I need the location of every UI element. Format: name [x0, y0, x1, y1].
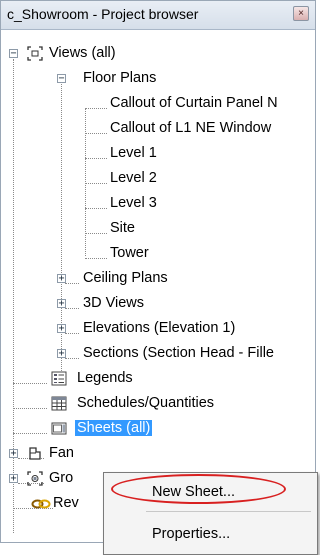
tree-node-elevations[interactable]: + Elevations (Elevation 1) [1, 317, 315, 342]
tree-leaf-view[interactable]: Site [1, 217, 315, 242]
tree-label: Elevations (Elevation 1) [83, 320, 236, 336]
views-icon [27, 46, 43, 61]
tree-node-legends[interactable]: Legends [1, 367, 315, 392]
tree-leaf-view[interactable]: Callout of L1 NE Window [1, 117, 315, 142]
tree-label: Level 2 [110, 170, 157, 186]
close-icon[interactable]: × [293, 6, 309, 21]
groups-icon [27, 471, 43, 486]
tree-label: Site [110, 220, 135, 236]
tree-label: Callout of Curtain Panel N [110, 95, 278, 111]
tree-leaf-view[interactable]: Tower [1, 242, 315, 267]
sheets-icon [51, 421, 67, 436]
tree-label: Callout of L1 NE Window [110, 120, 272, 136]
tree-leaf-view[interactable]: Callout of Curtain Panel N [1, 92, 315, 117]
tree-node-sheets[interactable]: Sheets (all) [1, 417, 315, 442]
tree-label: Tower [110, 245, 149, 261]
revit-links-icon [31, 496, 51, 511]
tree-label: Sections (Section Head - Fille [83, 345, 274, 361]
expand-toggle[interactable]: + [57, 349, 66, 359]
collapse-toggle[interactable]: − [9, 49, 18, 59]
browser-tree: − Views (all) − Floor Plans Callout of C… [1, 30, 315, 542]
tree-leaf-view[interactable]: Level 3 [1, 192, 315, 217]
families-icon [27, 446, 43, 461]
schedules-icon [51, 396, 67, 411]
tree-label: Schedules/Quantities [77, 395, 215, 411]
expand-toggle[interactable]: + [9, 474, 18, 484]
tree-node-families[interactable]: + Fan [1, 442, 315, 467]
expand-toggle[interactable]: + [57, 299, 66, 309]
collapse-toggle[interactable]: − [57, 74, 66, 84]
tree-label: 3D Views [83, 295, 144, 311]
highlight-ellipse [111, 474, 286, 504]
tree-label: Ceiling Plans [83, 270, 168, 286]
window-title: c_Showroom - Project browser [7, 6, 199, 22]
tree-label: Level 1 [110, 145, 157, 161]
tree-node-sections[interactable]: + Sections (Section Head - Fille [1, 342, 315, 367]
expand-toggle[interactable]: + [57, 274, 66, 284]
close-glyph: × [298, 7, 304, 19]
tree-label: Fan [49, 445, 74, 461]
tree-node-floor-plans[interactable]: − Floor Plans [1, 67, 315, 92]
tree-node-views[interactable]: − Views (all) [1, 42, 315, 67]
expand-toggle[interactable]: + [57, 324, 66, 334]
tree-label: Rev [53, 495, 79, 511]
legends-icon [51, 371, 67, 386]
tree-leaf-view[interactable]: Level 1 [1, 142, 315, 167]
expand-toggle[interactable]: + [9, 449, 18, 459]
tree-label: Level 3 [110, 195, 157, 211]
tree-label: Gro [49, 470, 74, 486]
tree-label: Floor Plans [83, 70, 157, 86]
title-bar: c_Showroom - Project browser × [1, 1, 315, 30]
tree-node-3d-views[interactable]: + 3D Views [1, 292, 315, 317]
menu-item-properties[interactable]: Properties... [152, 526, 230, 542]
tree-label-selected: Sheets (all) [75, 420, 153, 436]
tree-label: Legends [77, 370, 133, 386]
menu-separator [146, 511, 311, 512]
tree-leaf-view[interactable]: Level 2 [1, 167, 315, 192]
tree-node-ceiling-plans[interactable]: + Ceiling Plans [1, 267, 315, 292]
tree-node-schedules[interactable]: Schedules/Quantities [1, 392, 315, 417]
tree-label: Views (all) [49, 45, 116, 61]
project-browser-panel: c_Showroom - Project browser × − Views (… [0, 0, 316, 543]
